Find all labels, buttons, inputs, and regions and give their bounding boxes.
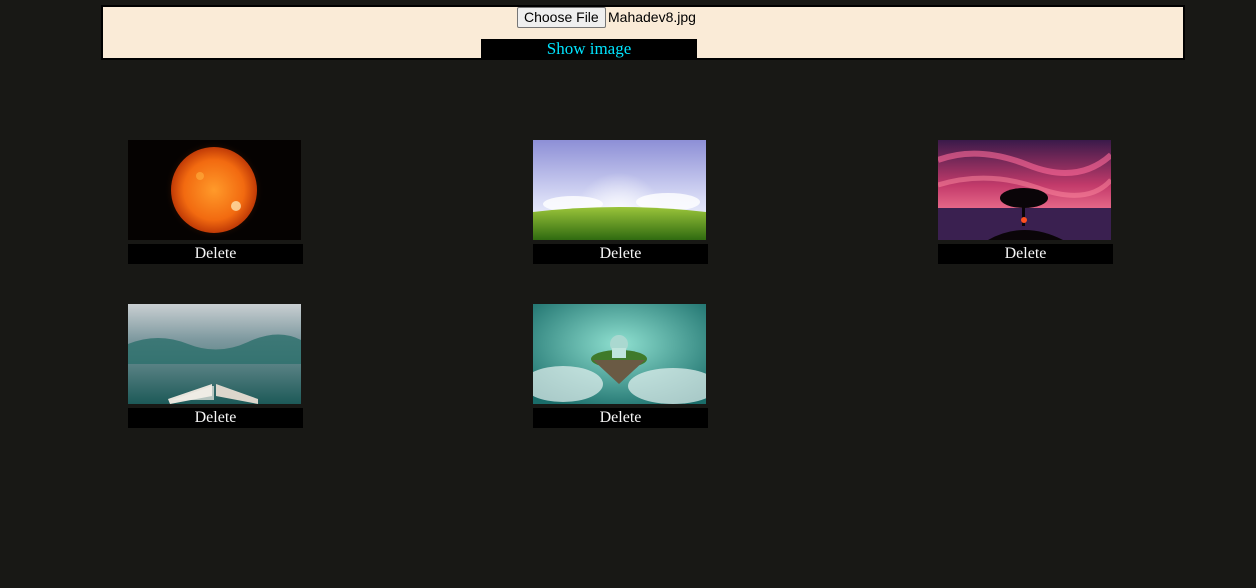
upload-panel: Choose File Mahadev8.jpg Show image [101, 5, 1185, 60]
selected-file-name: Mahadev8.jpg [608, 9, 696, 25]
delete-button[interactable]: Delete [128, 408, 303, 428]
floating-island-image [533, 304, 706, 404]
book-ocean-image [128, 304, 301, 404]
gallery-item: Delete [128, 140, 303, 264]
choose-file-button[interactable]: Choose File [517, 7, 606, 28]
gallery-item: Delete [128, 304, 303, 428]
gallery-item: Delete [533, 304, 708, 428]
delete-button[interactable]: Delete [938, 244, 1113, 264]
delete-button[interactable]: Delete [533, 244, 708, 264]
meadow-sunrise-image [533, 140, 706, 240]
tree-sunset-image [938, 140, 1111, 240]
sun-image [128, 140, 301, 240]
show-image-button[interactable]: Show image [481, 39, 697, 58]
delete-button[interactable]: Delete [128, 244, 303, 264]
gallery-item: Delete [938, 140, 1113, 264]
gallery-item: Delete [533, 140, 708, 264]
delete-button[interactable]: Delete [533, 408, 708, 428]
